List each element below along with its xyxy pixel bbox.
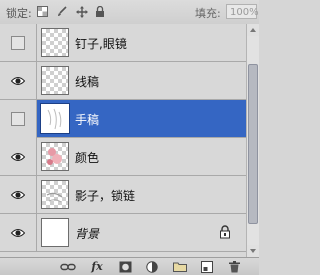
layer-name: 影子，锁链 [75, 189, 136, 203]
folder-icon[interactable] [172, 260, 188, 273]
new-layer-icon[interactable] [199, 260, 215, 273]
layer-row-selected[interactable]: 手稿 [0, 100, 246, 138]
visibility-toggle[interactable] [0, 100, 37, 138]
layer-name: 背景 [75, 227, 100, 241]
layer-name: 线稿 [75, 75, 100, 89]
layer-row[interactable]: 钉子,眼镜 [0, 24, 246, 62]
layer-name: 手稿 [75, 113, 100, 127]
layer-name: 钉子,眼镜 [75, 37, 127, 51]
hidden-box-icon [11, 36, 25, 50]
layer-thumbnail [41, 142, 69, 171]
layer-row[interactable]: 颜色 [0, 138, 246, 176]
eye-icon [11, 153, 25, 161]
layer-thumbnail [41, 28, 69, 57]
visibility-toggle[interactable] [0, 214, 37, 252]
layer-list: 钉子,眼镜 线稿 手稿 颜色 影子，锁链 背景 [0, 24, 246, 257]
lock-all-icon[interactable] [93, 5, 106, 18]
fill-input[interactable]: 100% [226, 4, 259, 19]
scroll-thumb[interactable] [248, 64, 258, 224]
layer-thumbnail [41, 218, 69, 247]
chevron-up-icon [250, 28, 256, 32]
mask-icon[interactable] [117, 260, 133, 273]
layer-name: 颜色 [75, 151, 100, 165]
layer-row[interactable]: 线稿 [0, 62, 246, 100]
layer-row[interactable]: 背景 [0, 214, 246, 252]
hidden-box-icon [11, 112, 25, 126]
layer-thumbnail [41, 104, 69, 133]
lock-move-icon[interactable] [75, 5, 88, 18]
visibility-toggle[interactable] [0, 24, 37, 62]
lock-bar: 锁定: 填充: 100% [0, 0, 259, 25]
link-icon[interactable] [60, 260, 76, 273]
lock-paint-icon[interactable] [56, 5, 69, 18]
visibility-toggle[interactable] [0, 176, 37, 214]
scroll-up-button[interactable] [247, 24, 259, 36]
scrollbar[interactable] [246, 24, 259, 257]
layer-thumbnail [41, 180, 69, 209]
lock-label: 锁定: [6, 7, 32, 20]
lock-transparent-icon[interactable] [36, 5, 49, 18]
eye-icon [11, 191, 25, 199]
padlock-icon [220, 225, 230, 239]
adjustment-icon[interactable] [144, 260, 160, 273]
layer-row[interactable]: 影子，锁链 [0, 176, 246, 214]
visibility-toggle[interactable] [0, 138, 37, 176]
visibility-toggle[interactable] [0, 62, 37, 100]
scroll-down-button[interactable] [247, 245, 259, 257]
layer-thumbnail [41, 66, 69, 95]
trash-icon[interactable] [226, 260, 242, 273]
layers-toolbar: fx [0, 257, 259, 275]
fill-label: 填充: [195, 7, 221, 20]
eye-icon [11, 229, 25, 237]
layers-panel: 锁定: 填充: 100% 钉子,眼镜 线稿 手稿 颜色 影子，锁链 背景 fx [0, 0, 259, 275]
eye-icon [11, 77, 25, 85]
fx-icon[interactable]: fx [89, 260, 105, 273]
chevron-down-icon [250, 249, 256, 253]
